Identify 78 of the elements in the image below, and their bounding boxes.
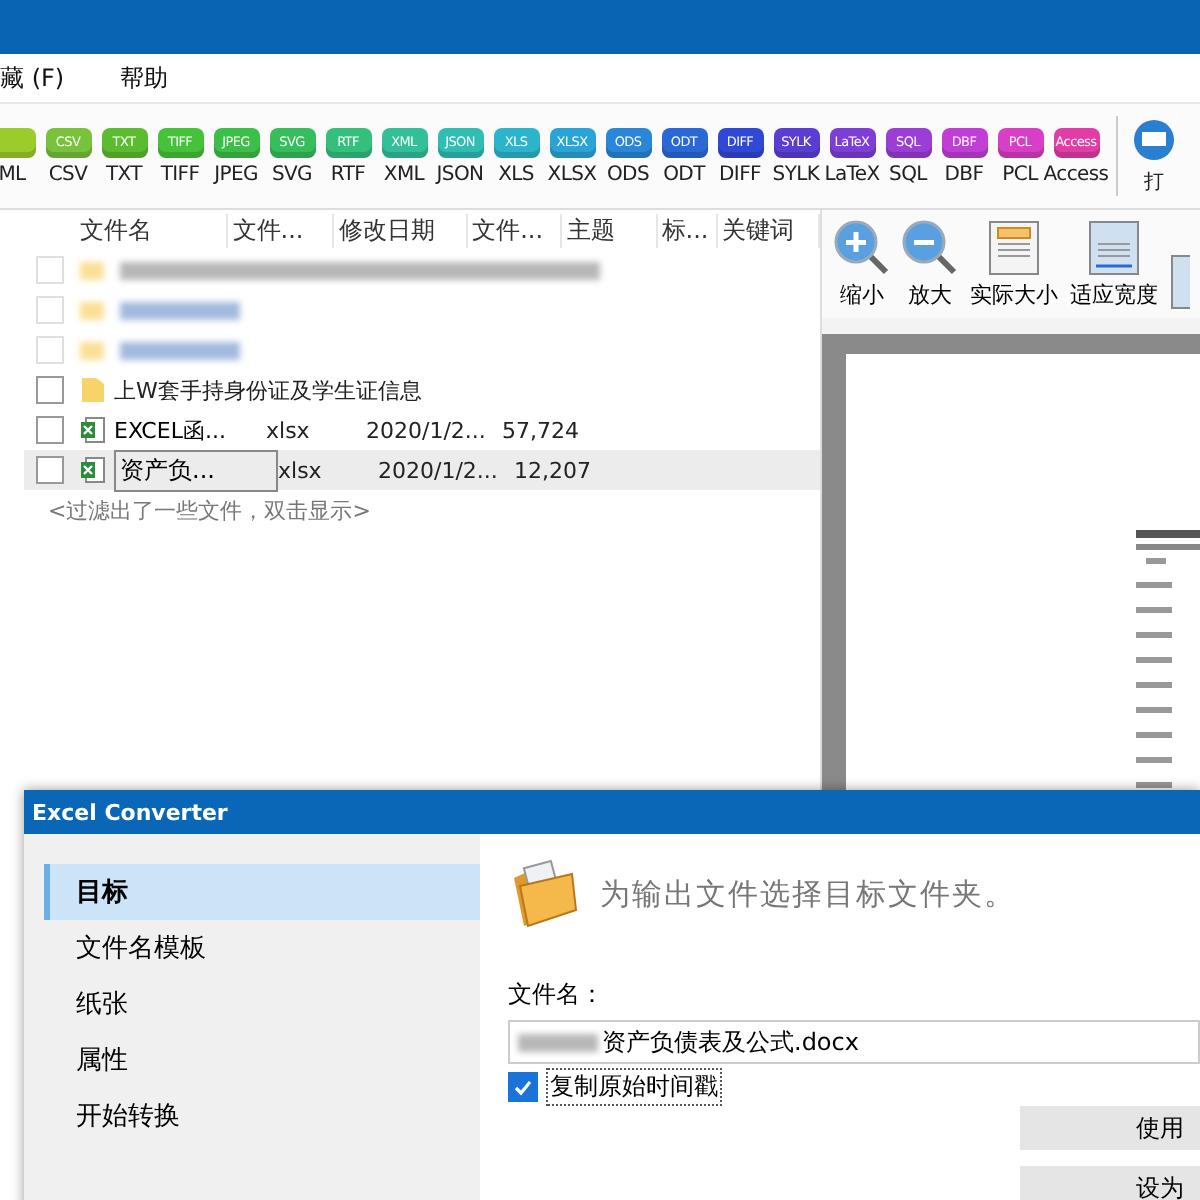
format-label: XLS: [498, 163, 534, 185]
modified-date: 2020/1/2...: [366, 417, 488, 443]
folder-icon: [80, 376, 106, 404]
spreadsheet-file-icon: [80, 456, 106, 484]
format-label: ODS: [606, 163, 650, 185]
format-label: PCL: [1002, 163, 1038, 185]
redacted-icon: [80, 341, 104, 359]
row-checkbox[interactable]: [36, 376, 64, 404]
redacted-text: [120, 301, 240, 319]
format-icon[interactable]: [0, 127, 35, 157]
format-label: Access: [1043, 163, 1109, 185]
nav-item[interactable]: 属性: [44, 1032, 480, 1088]
nav-item[interactable]: 纸张: [44, 976, 480, 1032]
fit-width-icon: [1088, 220, 1140, 276]
format-label: TIFF: [160, 163, 200, 185]
column-header[interactable]: 文件...: [228, 213, 335, 247]
menu-item[interactable]: 藏 (F): [0, 61, 65, 95]
column-header[interactable]: 文件...: [468, 213, 563, 247]
dialog-heading: 为输出文件选择目标文件夹。: [600, 875, 1016, 913]
menu-item[interactable]: 帮助: [120, 61, 169, 95]
redacted-icon: [80, 261, 104, 279]
checkmark-icon: [512, 1076, 534, 1098]
field-label: 文件名：: [508, 978, 606, 1012]
format-label: JSON: [436, 163, 484, 185]
column-header[interactable]: 主题: [562, 213, 658, 247]
file-size: 57,724: [502, 417, 581, 443]
column-header[interactable]: 标...: [657, 213, 718, 247]
dialog-button[interactable]: 设为: [1020, 1166, 1200, 1200]
filename-field[interactable]: 资产负债表及公式.docx: [508, 1020, 1200, 1064]
file-type: xlsx: [278, 457, 324, 483]
format-label: CSV: [48, 163, 88, 185]
format-label: RTF: [330, 163, 366, 185]
column-header[interactable]: 关键词: [717, 213, 820, 247]
file-name[interactable]: 资产负...: [114, 449, 278, 491]
preview-tool-label[interactable]: 缩小: [840, 280, 884, 310]
row-checkbox[interactable]: [36, 456, 64, 484]
column-header[interactable]: 修改日期: [334, 213, 469, 247]
file-name[interactable]: EXCEL函...: [114, 415, 266, 445]
format-label: SVG: [271, 163, 313, 185]
modified-date: 2020/1/2...: [378, 457, 500, 483]
row-checkbox[interactable]: [36, 416, 64, 444]
preview-tool-label[interactable]: 放大: [908, 280, 952, 310]
redacted-text: [120, 341, 240, 359]
format-label: ODT: [663, 163, 705, 185]
preview-tool-label[interactable]: 实际大小: [970, 280, 1058, 310]
zoom-in-icon: [834, 220, 890, 276]
zoom-out-icon: [902, 220, 958, 276]
print-label: 打: [1144, 169, 1164, 195]
dialog-title: Excel Converter: [24, 790, 1200, 834]
folder-name[interactable]: 上W套手持身份证及学生证信息: [114, 375, 714, 405]
nav-item[interactable]: 文件名模板: [44, 920, 480, 976]
format-label: LaTeX: [824, 163, 880, 185]
printer-icon[interactable]: [1130, 117, 1178, 161]
dialog-button[interactable]: 使用: [1020, 1106, 1200, 1150]
column-header[interactable]: 文件名: [76, 213, 229, 247]
filter-note[interactable]: <过滤出了一些文件，双击显示>: [24, 490, 820, 532]
format-label: XLSX: [547, 163, 597, 185]
format-label: DBF: [944, 163, 984, 185]
format-label: SQL: [889, 163, 927, 185]
nav-item[interactable]: 目标: [44, 864, 480, 920]
preview-tool-label[interactable]: 适应宽度: [1070, 280, 1158, 310]
file-size: 12,207: [514, 457, 593, 483]
redacted-icon: [80, 301, 104, 319]
nav-item[interactable]: 开始转换: [44, 1088, 480, 1144]
page-icon[interactable]: [1170, 254, 1190, 310]
redacted-text: [518, 1033, 598, 1051]
spreadsheet-file-icon: [80, 416, 106, 444]
format-label: JPEG: [214, 163, 258, 185]
format-label: TXT: [106, 163, 142, 185]
checkbox[interactable]: [508, 1072, 538, 1102]
format-label: SYLK: [772, 163, 820, 185]
document-icon: [988, 220, 1040, 276]
format-label: XML: [383, 163, 425, 185]
format-label: DIFF: [719, 163, 761, 185]
file-type: xlsx: [266, 417, 312, 443]
checkbox-label[interactable]: 复制原始时间戳: [546, 1068, 722, 1106]
folder-icon: [508, 858, 580, 930]
format-label: ML: [0, 163, 26, 185]
